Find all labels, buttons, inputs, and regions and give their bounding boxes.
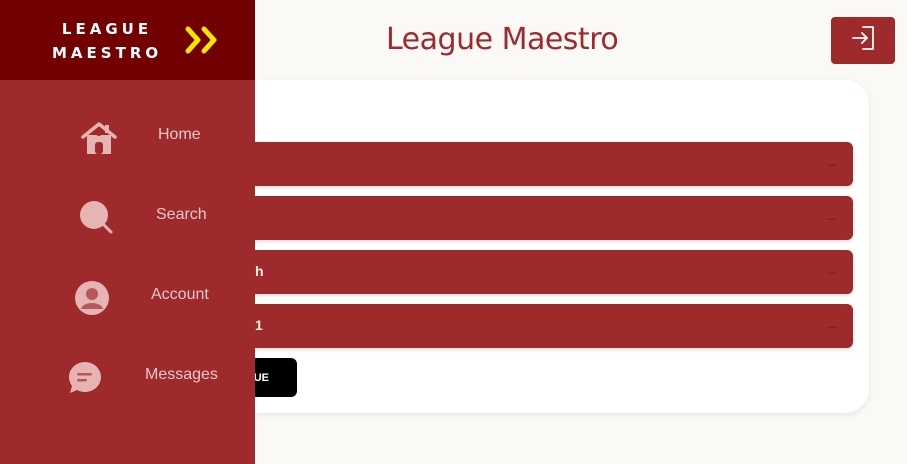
league-row[interactable]: 1 ... [200, 304, 853, 348]
sidebar-item-home[interactable]: Home [0, 106, 255, 166]
double-chevron-right-icon[interactable] [184, 25, 222, 60]
page-title: League Maestro [386, 22, 619, 57]
brand-header[interactable]: LEAGUE MAESTRO [0, 0, 255, 80]
sidebar-item-search[interactable]: Search [0, 186, 255, 246]
sidebar: LEAGUE MAESTRO Home Search Account Messa… [0, 0, 255, 464]
league-row[interactable]: h ... [200, 250, 853, 294]
chat-icon [67, 360, 103, 396]
league-name: 1 [255, 317, 263, 333]
brand-line-2: MAESTRO [52, 44, 163, 62]
sidebar-item-label: Home [158, 126, 201, 143]
sign-in-icon [849, 24, 877, 57]
brand-logo-text: LEAGUE MAESTRO [52, 17, 162, 65]
league-list-card [200, 80, 869, 413]
league-row[interactable]: ... [200, 142, 853, 186]
sidebar-item-label: Account [151, 286, 209, 303]
league-name: h [255, 263, 264, 279]
more-options-button[interactable]: ... [827, 317, 837, 331]
user-icon [74, 280, 110, 316]
more-options-button[interactable]: ... [827, 263, 837, 277]
sidebar-item-messages[interactable]: Messages [0, 346, 255, 406]
brand-line-1: LEAGUE [61, 20, 153, 38]
more-options-button[interactable]: ... [827, 209, 837, 223]
more-options-button[interactable]: ... [827, 155, 837, 169]
logout-button[interactable] [831, 17, 895, 64]
sidebar-item-account[interactable]: Account [0, 266, 255, 326]
search-icon [78, 200, 114, 236]
league-row[interactable]: ... [200, 196, 853, 240]
home-icon [80, 120, 117, 156]
sidebar-item-label: Messages [145, 366, 218, 383]
sidebar-item-label: Search [156, 206, 207, 223]
